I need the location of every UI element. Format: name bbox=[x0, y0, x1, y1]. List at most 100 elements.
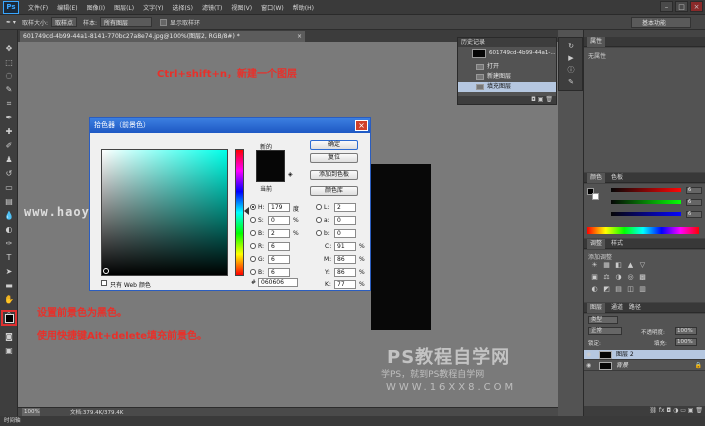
levels-icon[interactable]: ▦ bbox=[602, 262, 611, 269]
web-safe-warning-icon[interactable]: ◈ bbox=[288, 171, 293, 178]
input-l[interactable]: 2 bbox=[334, 203, 356, 212]
tab-color[interactable]: 颜色 bbox=[587, 173, 606, 183]
vibrance-icon[interactable]: ▽ bbox=[638, 262, 647, 269]
web-colors-only-checkbox[interactable] bbox=[101, 280, 107, 286]
maximize-button[interactable]: □ bbox=[675, 1, 688, 12]
hex-input[interactable]: 060606 bbox=[258, 278, 298, 287]
threshold-icon[interactable]: ▤ bbox=[614, 286, 623, 293]
history-snapshot-thumb[interactable] bbox=[472, 49, 486, 58]
marquee-tool-icon[interactable]: ⬚ bbox=[3, 58, 15, 68]
reset-button[interactable]: 复位 bbox=[310, 153, 358, 163]
tab-properties[interactable]: 属性 bbox=[587, 37, 606, 47]
gradient-map-icon[interactable]: ◫ bbox=[626, 286, 635, 293]
input-lab-b[interactable]: 0 bbox=[334, 229, 356, 238]
radio-a[interactable] bbox=[316, 217, 322, 223]
path-select-icon[interactable]: ➤ bbox=[3, 267, 15, 277]
menu-layer[interactable]: 图层(L) bbox=[114, 3, 134, 12]
blend-mode-select[interactable]: 正常 bbox=[588, 327, 622, 335]
quick-select-tool-icon[interactable]: ✎ bbox=[3, 85, 15, 95]
radio-s[interactable] bbox=[250, 217, 256, 223]
workspace-select[interactable]: 基本功能 bbox=[631, 17, 691, 28]
menu-window[interactable]: 窗口(W) bbox=[261, 3, 284, 12]
menu-image[interactable]: 图像(I) bbox=[87, 3, 105, 12]
close-icon[interactable]: × bbox=[355, 120, 368, 131]
input-h[interactable]: 179 bbox=[268, 203, 290, 212]
color-field-marker[interactable] bbox=[103, 268, 109, 274]
invert-icon[interactable]: ◐ bbox=[590, 286, 599, 293]
green-slider[interactable] bbox=[611, 200, 681, 204]
hue-sat-icon[interactable]: ▣ bbox=[590, 274, 599, 281]
input-r[interactable]: 6 bbox=[268, 242, 290, 251]
history-panel-icon[interactable]: ↻ bbox=[566, 42, 576, 50]
sample-size-select[interactable]: 取样点 bbox=[50, 17, 77, 27]
ok-button[interactable]: 确定 bbox=[310, 140, 358, 150]
minimize-button[interactable]: – bbox=[660, 1, 673, 12]
exposure-icon[interactable]: ▲ bbox=[626, 262, 635, 269]
visibility-eye-icon[interactable]: ◉ bbox=[586, 361, 595, 371]
radio-l[interactable] bbox=[316, 204, 322, 210]
history-item[interactable]: 打开 bbox=[458, 62, 556, 72]
color-panel-bg-swatch[interactable] bbox=[592, 193, 599, 200]
input-k[interactable]: 77 bbox=[334, 280, 356, 289]
eraser-tool-icon[interactable]: ▭ bbox=[3, 183, 15, 193]
input-s[interactable]: 0 bbox=[268, 216, 290, 225]
blur-tool-icon[interactable]: 💧 bbox=[3, 211, 15, 221]
color-spectrum-bar[interactable] bbox=[587, 227, 699, 234]
radio-lab-b[interactable] bbox=[316, 230, 322, 236]
tab-adjustments[interactable]: 调整 bbox=[587, 239, 606, 249]
close-tab-icon[interactable]: × bbox=[297, 31, 302, 42]
photo-filter-icon[interactable]: ◎ bbox=[626, 274, 635, 281]
radio-b[interactable] bbox=[250, 230, 256, 236]
actions-panel-icon[interactable]: ▶ bbox=[566, 54, 576, 62]
quick-mask-icon[interactable]: ◙ bbox=[3, 332, 15, 342]
brush-tool-icon[interactable]: ✐ bbox=[3, 141, 15, 151]
curves-icon[interactable]: ◧ bbox=[614, 262, 623, 269]
gradient-tool-icon[interactable]: ▤ bbox=[3, 197, 15, 207]
black-white-icon[interactable]: ◑ bbox=[614, 274, 623, 281]
blue-value[interactable]: 6 bbox=[686, 211, 702, 218]
brush-panel-icon[interactable]: ✎ bbox=[566, 78, 576, 86]
radio-r[interactable] bbox=[250, 243, 256, 249]
filled-layer-canvas[interactable] bbox=[371, 164, 431, 330]
color-libraries-button[interactable]: 颜色库 bbox=[310, 186, 358, 196]
opacity-input[interactable]: 100% bbox=[675, 327, 697, 335]
close-window-button[interactable]: × bbox=[690, 1, 703, 12]
menu-view[interactable]: 视图(V) bbox=[231, 3, 252, 12]
hue-slider[interactable] bbox=[235, 149, 244, 276]
radio-g[interactable] bbox=[250, 256, 256, 262]
history-brush-icon[interactable]: ↺ bbox=[3, 169, 15, 179]
lasso-tool-icon[interactable]: ◌ bbox=[3, 71, 15, 81]
healing-brush-icon[interactable]: ✚ bbox=[3, 127, 15, 137]
shape-tool-icon[interactable]: ▬ bbox=[3, 281, 15, 291]
input-b[interactable]: 2 bbox=[268, 229, 290, 238]
layer-kind-filter[interactable]: 类型 bbox=[588, 316, 618, 324]
screen-mode-icon[interactable]: ▣ bbox=[3, 346, 15, 356]
red-slider[interactable] bbox=[611, 188, 681, 192]
doc-size-info[interactable]: 文档:379.4K/379.4K bbox=[70, 408, 123, 416]
fill-input[interactable]: 100% bbox=[675, 338, 697, 346]
history-panel-title[interactable]: 历史记录 bbox=[458, 38, 556, 47]
tab-paths[interactable]: 路径 bbox=[629, 304, 641, 311]
info-panel-icon[interactable]: ⓘ bbox=[566, 66, 576, 74]
timeline-label[interactable]: 时间轴 bbox=[4, 418, 21, 424]
clone-stamp-icon[interactable]: ♟ bbox=[3, 155, 15, 165]
red-value[interactable]: 6 bbox=[686, 187, 702, 194]
layer-row[interactable]: ◉ 图层 2 bbox=[584, 350, 705, 360]
input-y[interactable]: 86 bbox=[334, 268, 356, 277]
layers-footer-icons[interactable]: ⛓ fx ◘ ◑ ▭ ▣ 🗑 bbox=[584, 406, 705, 416]
brightness-icon[interactable]: ☀ bbox=[590, 262, 599, 269]
add-to-swatches-button[interactable]: 添加到色板 bbox=[310, 170, 358, 180]
dodge-tool-icon[interactable]: ◐ bbox=[3, 225, 15, 235]
current-color-swatch[interactable] bbox=[256, 166, 285, 182]
radio-blue[interactable] bbox=[250, 269, 256, 275]
menu-file[interactable]: 文件(F) bbox=[28, 3, 48, 12]
tab-layers[interactable]: 图层 bbox=[587, 303, 606, 313]
tab-styles[interactable]: 样式 bbox=[611, 240, 623, 247]
eyedropper-icon[interactable]: ✒ bbox=[3, 113, 15, 123]
tab-channels[interactable]: 通道 bbox=[611, 304, 623, 311]
input-m[interactable]: 86 bbox=[334, 255, 356, 264]
posterize-icon[interactable]: ◩ bbox=[602, 286, 611, 293]
document-tab[interactable]: 601749cd-4b99-44a1-8141-770bc27a8e74.jpg… bbox=[20, 31, 305, 42]
crop-tool-icon[interactable]: ⌗ bbox=[3, 99, 15, 109]
color-balance-icon[interactable]: ⚖ bbox=[602, 274, 611, 281]
